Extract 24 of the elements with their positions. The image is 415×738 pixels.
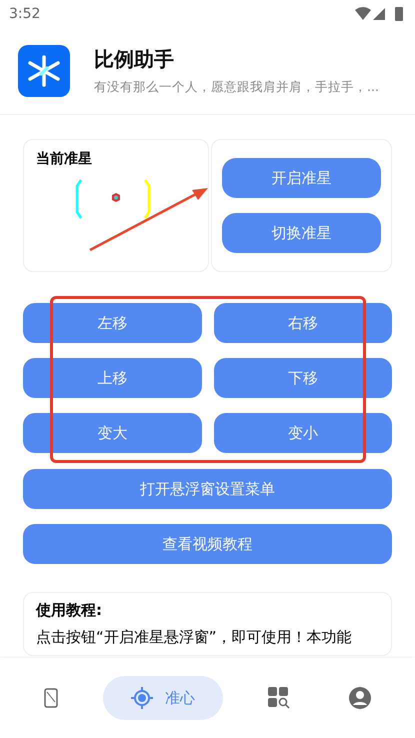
adjust-button[interactable]: 上移 — [23, 358, 202, 398]
adjust-button[interactable]: 左移 — [23, 303, 202, 343]
card-title: 当前准星 — [36, 150, 93, 168]
tutorial-title: 使用教程: — [36, 601, 103, 620]
adjust-button[interactable]: 变大 — [23, 413, 202, 453]
status-icons — [355, 6, 405, 22]
app-tagline: 有没有那么一个人，愿意跟我肩并肩，手拉手，... — [94, 79, 379, 96]
nav-tab[interactable]: 准心 — [102, 676, 223, 720]
adjust-button[interactable]: 右移 — [214, 303, 392, 343]
app-title: 比例助手 — [94, 46, 175, 73]
crosshair-icon[interactable] — [130, 687, 153, 709]
adjust-button[interactable]: 变小 — [214, 413, 392, 453]
crosshair-action-button[interactable]: 开启准星 — [222, 158, 381, 198]
app-logo — [18, 45, 70, 97]
phone-icon[interactable] — [44, 688, 58, 708]
wide-button[interactable]: 打开悬浮窗设置菜单 — [23, 469, 392, 509]
profile-icon[interactable] — [349, 687, 372, 709]
wide-button[interactable]: 查看视频教程 — [23, 524, 392, 564]
crosshair-action-button[interactable]: 切换准星 — [222, 213, 381, 253]
apps-search-icon[interactable] — [268, 687, 290, 709]
adjust-button[interactable]: 下移 — [214, 358, 392, 398]
tutorial-text: 点击按钮“开启准星悬浮窗”，即可使用！本功能 — [36, 628, 353, 647]
nav-label[interactable]: 准心 — [164, 688, 195, 708]
status-time: 3:52 — [9, 6, 40, 22]
